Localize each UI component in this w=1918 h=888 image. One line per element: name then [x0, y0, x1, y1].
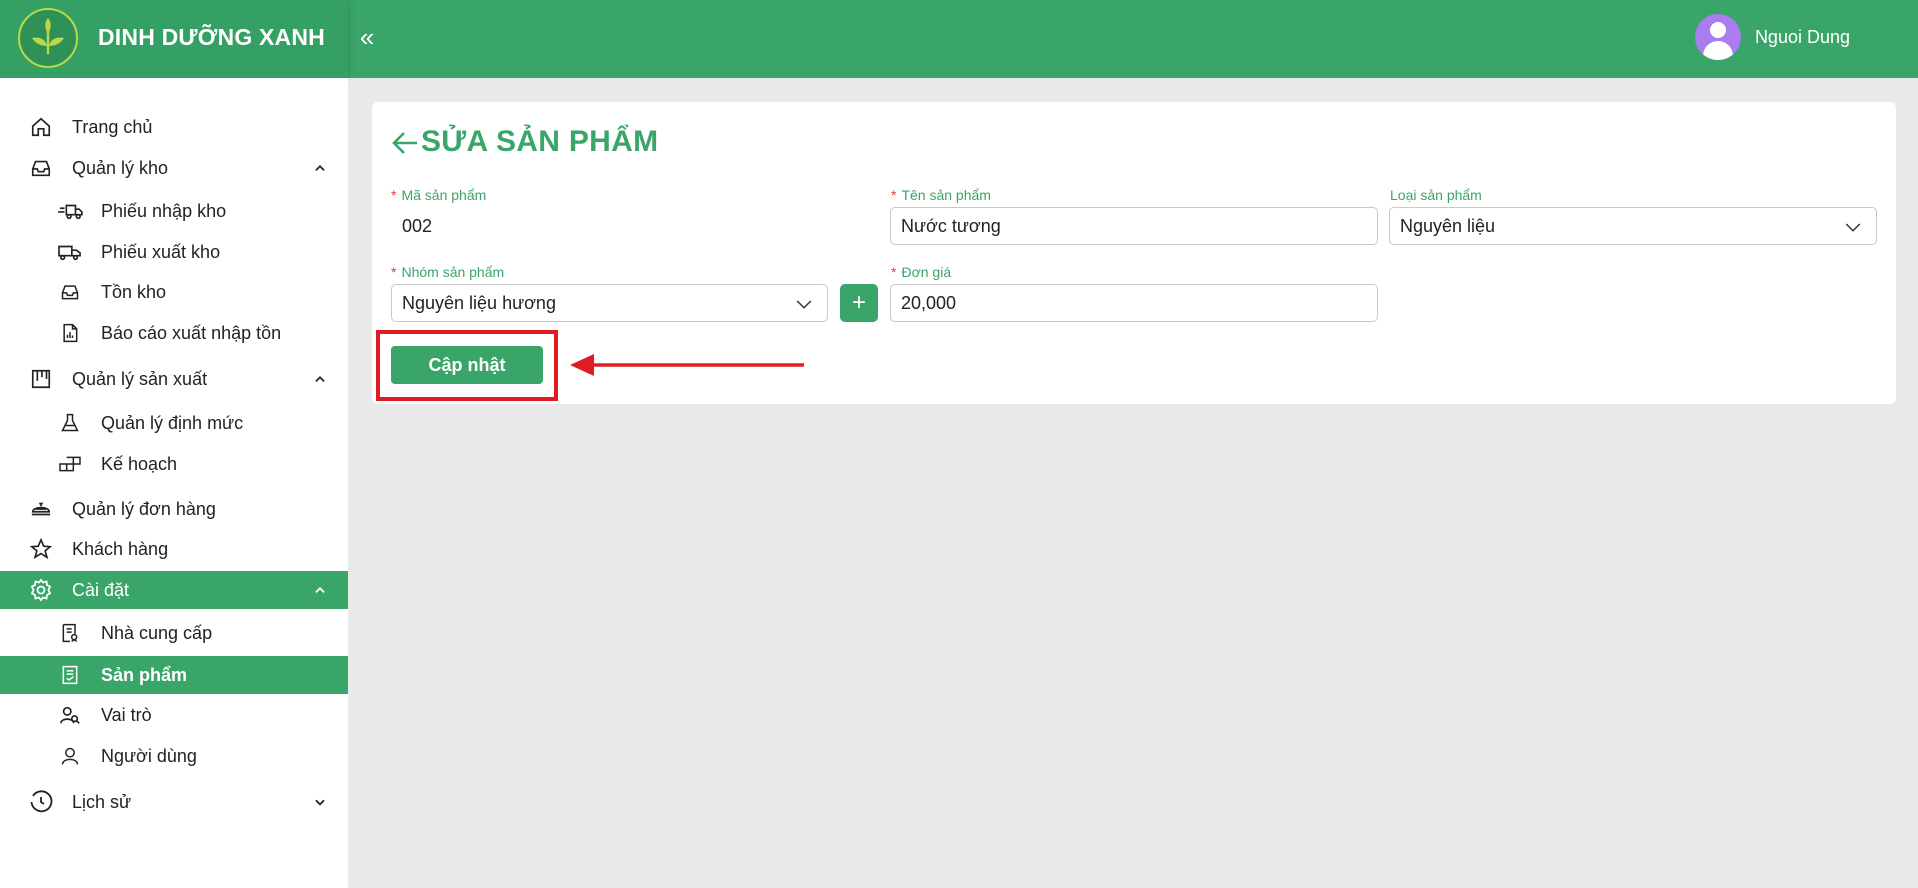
- users-icon: [57, 702, 83, 728]
- sidebar-item-orders[interactable]: Quản lý đơn hàng: [0, 490, 348, 528]
- sidebar-item-goods-receipt[interactable]: Phiếu nhập kho: [0, 192, 348, 230]
- product-name-label: * Tên sản phẩm: [891, 187, 991, 203]
- avatar[interactable]: [1694, 14, 1741, 60]
- board-icon: [28, 366, 54, 392]
- collapse-sidebar-icon[interactable]: «: [352, 22, 382, 52]
- sidebar-item-inventory[interactable]: Tồn kho: [0, 273, 348, 311]
- report-icon: [57, 320, 83, 346]
- sidebar-item-warehouse[interactable]: Quản lý kho: [0, 149, 348, 187]
- truck-out-icon: [57, 239, 83, 265]
- sidebar-item-label: Kế hoạch: [101, 453, 178, 474]
- product-icon: [57, 662, 83, 688]
- dish-icon: [28, 496, 54, 522]
- sidebar-item-products[interactable]: Sản phẩm: [0, 656, 348, 694]
- brand-name: DINH DƯỠNG XANH: [98, 24, 325, 50]
- product-code-label: * Mã sản phẩm: [391, 187, 487, 203]
- user-name[interactable]: Nguoi Dung: [1755, 27, 1850, 48]
- sidebar-item-settings[interactable]: Cài đặt: [0, 571, 348, 609]
- sidebar-item-inventory-report[interactable]: Báo cáo xuất nhập tồn: [0, 314, 348, 352]
- product-type-label: Loại sản phẩm: [1390, 187, 1482, 203]
- sidebar-item-roles[interactable]: Vai trò: [0, 696, 348, 734]
- required-mark: *: [891, 187, 897, 203]
- sidebar-item-label: Nhà cung cấp: [101, 622, 213, 643]
- user-icon: [57, 743, 83, 769]
- product-group-select[interactable]: Nguyên liệu hương: [391, 284, 828, 322]
- sidebar-item-label: Quản lý kho: [72, 157, 169, 178]
- sidebar-item-label: Cài đặt: [72, 579, 130, 600]
- sidebar-item-home[interactable]: Trang chủ: [0, 108, 348, 146]
- sidebar-item-label: Tồn kho: [101, 281, 167, 302]
- clock-icon: [28, 789, 54, 815]
- sidebar-item-label: Trang chủ: [72, 116, 153, 137]
- sidebar-item-label: Quản lý sản xuất: [72, 368, 208, 389]
- chevron-up-icon[interactable]: [312, 160, 328, 176]
- inbox-icon: [57, 279, 83, 305]
- chevron-down-icon: [795, 295, 813, 313]
- sidebar-item-label: Khách hàng: [72, 538, 169, 559]
- sidebar-item-label: Người dùng: [101, 745, 197, 766]
- top-header: DINH DƯỠNG XANH « Nguoi Dung: [0, 0, 1918, 78]
- chevron-down-icon[interactable]: [312, 794, 328, 810]
- update-button[interactable]: Cập nhật: [391, 346, 543, 384]
- sidebar-item-suppliers[interactable]: Nhà cung cấp: [0, 614, 348, 652]
- sidebar-item-label: Vai trò: [101, 704, 152, 725]
- chevron-up-icon[interactable]: [312, 582, 328, 598]
- sidebar-item-customers[interactable]: Khách hàng: [0, 530, 348, 568]
- red-arrow-annotation: [570, 354, 804, 376]
- sidebar-item-goods-issue[interactable]: Phiếu xuất kho: [0, 233, 348, 271]
- required-mark: *: [891, 264, 897, 280]
- flask-icon: [57, 410, 83, 436]
- blocks-icon: [57, 451, 83, 477]
- product-code-field: 002: [391, 207, 879, 245]
- unit-price-label: * Đơn giá: [891, 264, 952, 280]
- sidebar-item-label: Quản lý định mức: [101, 412, 244, 433]
- star-icon: [28, 536, 54, 562]
- sidebar-item-norms[interactable]: Quản lý định mức: [0, 404, 348, 442]
- sidebar-item-history[interactable]: Lịch sử: [0, 783, 348, 821]
- page-title: SỬA SẢN PHẨM: [421, 125, 659, 158]
- required-mark: *: [391, 187, 397, 203]
- required-mark: *: [391, 264, 397, 280]
- product-group-label: * Nhóm sản phẩm: [391, 264, 505, 280]
- sidebar-item-label: Quản lý đơn hàng: [72, 498, 216, 519]
- sidebar-item-label: Lịch sử: [72, 791, 132, 812]
- sidebar-item-label: Phiếu xuất kho: [101, 241, 221, 262]
- leaf-logo-icon: [18, 8, 78, 68]
- back-arrow-icon[interactable]: [390, 128, 420, 158]
- sidebar: Trang chủ Quản lý kho Phiếu nhập kho Phi…: [0, 78, 348, 888]
- home-icon: [28, 114, 54, 140]
- chevron-up-icon[interactable]: [312, 371, 328, 387]
- brand-area: DINH DƯỠNG XANH: [0, 0, 348, 78]
- sidebar-item-label: Phiếu nhập kho: [101, 200, 227, 221]
- sidebar-item-plan[interactable]: Kế hoạch: [0, 445, 348, 483]
- inbox-icon: [28, 155, 54, 181]
- sidebar-item-label: Sản phẩm: [101, 664, 188, 685]
- gear-icon: [28, 577, 54, 603]
- product-type-select[interactable]: Nguyên liệu: [1389, 207, 1877, 245]
- add-product-group-button[interactable]: +: [840, 284, 878, 322]
- supplier-icon: [57, 620, 83, 646]
- product-name-input[interactable]: Nước tương: [890, 207, 1378, 245]
- sidebar-item-users[interactable]: Người dùng: [0, 737, 348, 775]
- unit-price-input[interactable]: 20,000: [890, 284, 1378, 322]
- sidebar-item-production[interactable]: Quản lý sản xuất: [0, 360, 348, 398]
- chevron-down-icon: [1844, 218, 1862, 236]
- sidebar-item-label: Báo cáo xuất nhập tồn: [101, 322, 282, 343]
- user-menu[interactable]: Nguoi Dung: [1694, 14, 1850, 60]
- truck-in-icon: [57, 198, 83, 224]
